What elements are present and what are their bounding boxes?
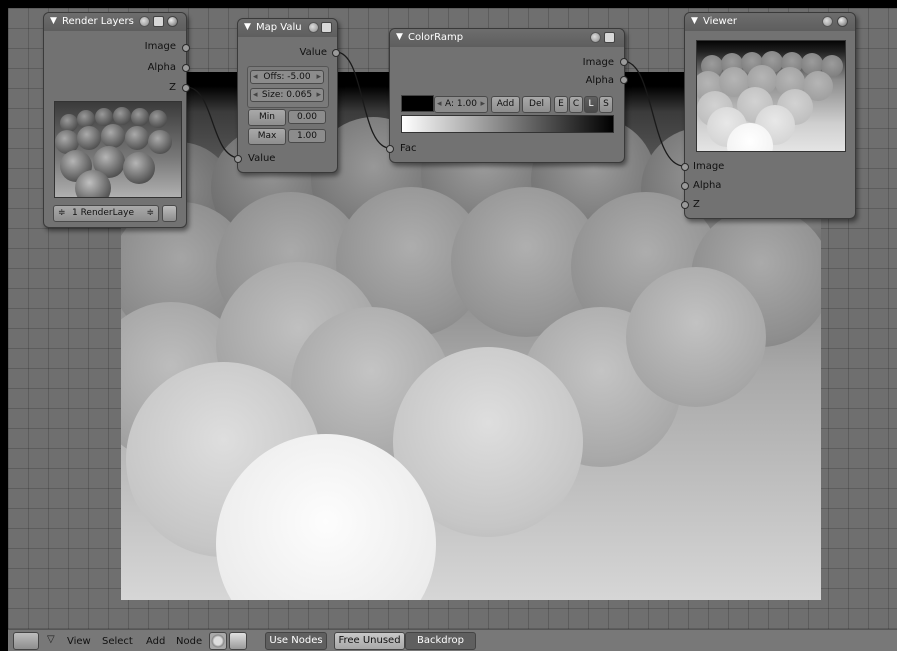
c-label: C: [572, 99, 580, 109]
input-z-socket[interactable]: [681, 201, 689, 209]
node-title: Render Layers: [62, 16, 134, 27]
output-z-socket[interactable]: [182, 84, 190, 92]
view-menu[interactable]: View: [67, 636, 91, 647]
delete-stop-button[interactable]: Del: [522, 96, 551, 113]
image-icon[interactable]: [162, 205, 177, 222]
input-z-label: Z: [693, 199, 700, 210]
alpha-field[interactable]: ◂ A: 1.00 ▸: [434, 96, 488, 113]
collapse-icon[interactable]: ▼: [396, 32, 403, 42]
node-header[interactable]: ▼ ColorRamp: [390, 29, 624, 47]
min-field[interactable]: 0.00: [288, 110, 326, 124]
node-add-icon[interactable]: [308, 22, 319, 33]
input-fac-socket[interactable]: [386, 145, 394, 153]
max-value: 1.00: [296, 131, 318, 141]
output-image-label: Image: [144, 41, 176, 52]
active-color-swatch[interactable]: [401, 95, 434, 112]
interp-l-button[interactable]: L: [584, 96, 598, 113]
output-value-socket[interactable]: [332, 49, 340, 57]
input-value-label: Value: [248, 153, 276, 164]
free-unused-toggle[interactable]: Free Unused: [334, 632, 405, 650]
node-header[interactable]: ▼ Render Layers: [44, 13, 186, 31]
node-add-icon[interactable]: [822, 16, 833, 27]
render-preview-image: [54, 101, 182, 198]
node-header[interactable]: ▼ Map Valu: [238, 19, 337, 37]
output-alpha-socket[interactable]: [182, 64, 190, 72]
collapse-icon[interactable]: ▼: [50, 16, 57, 26]
editor-header-bar: ▽ View Select Add Node Use Nodes Free Un…: [8, 629, 897, 651]
output-alpha-label: Alpha: [585, 75, 614, 86]
min-label: Min: [259, 112, 275, 122]
layer-select-value: 1 RenderLaye: [72, 208, 135, 218]
max-toggle[interactable]: Max: [248, 128, 286, 145]
input-fac-label: Fac: [400, 143, 417, 154]
node-editor-window: ▼ Render Layers Image Alpha Z ≑ 1 Render…: [0, 0, 897, 651]
updown-icon: ≑: [58, 208, 66, 218]
input-image-socket[interactable]: [681, 163, 689, 171]
viewer-node[interactable]: ▼ Viewer Image Alpha Z: [681, 12, 856, 219]
preview-toggle-icon[interactable]: [604, 32, 615, 43]
del-label: Del: [529, 99, 544, 109]
output-z-label: Z: [169, 82, 176, 93]
colorramp-node[interactable]: ▼ ColorRamp Image Alpha ◂ A: 1.00 ▸ Add …: [386, 28, 628, 163]
viewer-preview-image: [696, 40, 846, 152]
map-value-node[interactable]: ▼ Map Valu Value ◂ Offs: -5.00 ▸ ◂ Size:…: [234, 18, 340, 173]
offs-value: Offs: -5.00: [263, 72, 311, 82]
output-image-socket[interactable]: [182, 44, 190, 52]
e-label: E: [558, 99, 564, 109]
sphere-icon[interactable]: [837, 16, 848, 27]
updown-icon: ≑: [146, 208, 154, 218]
alpha-value: A: 1.00: [445, 99, 477, 109]
input-image-label: Image: [693, 161, 725, 172]
min-value: 0.00: [296, 112, 318, 122]
input-alpha-socket[interactable]: [681, 182, 689, 190]
sphere-icon[interactable]: [209, 632, 227, 650]
interp-s-button[interactable]: S: [599, 96, 613, 113]
max-label: Max: [257, 131, 277, 141]
image-icon[interactable]: [229, 632, 247, 650]
node-title: Viewer: [703, 16, 737, 27]
node-header[interactable]: ▼ Viewer: [685, 13, 855, 31]
interp-e-button[interactable]: E: [554, 96, 568, 113]
node-title: ColorRamp: [408, 32, 464, 43]
preview-toggle-icon[interactable]: [153, 16, 164, 27]
output-image-socket[interactable]: [620, 58, 628, 66]
collapse-icon[interactable]: ▼: [691, 16, 698, 26]
add-label: Add: [496, 99, 515, 109]
collapse-icon[interactable]: ▼: [244, 22, 251, 32]
add-stop-button[interactable]: Add: [491, 96, 520, 113]
size-field[interactable]: ◂ Size: 0.065 ▸: [250, 88, 324, 102]
min-toggle[interactable]: Min: [248, 109, 286, 126]
input-alpha-label: Alpha: [693, 180, 722, 191]
preview-toggle-icon[interactable]: [321, 22, 332, 33]
add-menu[interactable]: Add: [146, 636, 165, 647]
use-nodes-toggle[interactable]: Use Nodes: [265, 632, 327, 650]
backdrop-toggle[interactable]: Backdrop: [405, 632, 476, 650]
s-label: S: [603, 99, 609, 109]
interp-c-button[interactable]: C: [569, 96, 583, 113]
layer-select-dropdown[interactable]: ≑ 1 RenderLaye ≑: [53, 205, 159, 222]
input-value-socket[interactable]: [234, 155, 242, 163]
sphere-icon[interactable]: [167, 16, 178, 27]
editor-type-icon[interactable]: [13, 632, 39, 650]
node-add-icon[interactable]: [590, 32, 601, 43]
chevron-down-icon[interactable]: ▽: [47, 634, 55, 645]
size-value: Size: 0.065: [261, 90, 313, 100]
max-field[interactable]: 1.00: [288, 129, 326, 143]
backdrop-sphere: [626, 267, 766, 407]
backdrop-label: Backdrop: [417, 635, 464, 646]
color-gradient-bar[interactable]: [401, 115, 614, 133]
use-nodes-label: Use Nodes: [269, 635, 323, 646]
output-image-label: Image: [582, 57, 614, 68]
select-menu[interactable]: Select: [102, 636, 133, 647]
free-unused-label: Free Unused: [338, 635, 401, 646]
output-alpha-socket[interactable]: [620, 76, 628, 84]
node-menu[interactable]: Node: [176, 636, 202, 647]
output-value-label: Value: [299, 47, 327, 58]
node-title: Map Valu: [256, 22, 302, 33]
node-add-icon[interactable]: [139, 16, 150, 27]
l-label: L: [588, 99, 594, 109]
offs-field[interactable]: ◂ Offs: -5.00 ▸: [250, 70, 324, 84]
render-layers-node[interactable]: ▼ Render Layers Image Alpha Z ≑ 1 Render…: [43, 12, 190, 228]
output-alpha-label: Alpha: [147, 62, 176, 73]
